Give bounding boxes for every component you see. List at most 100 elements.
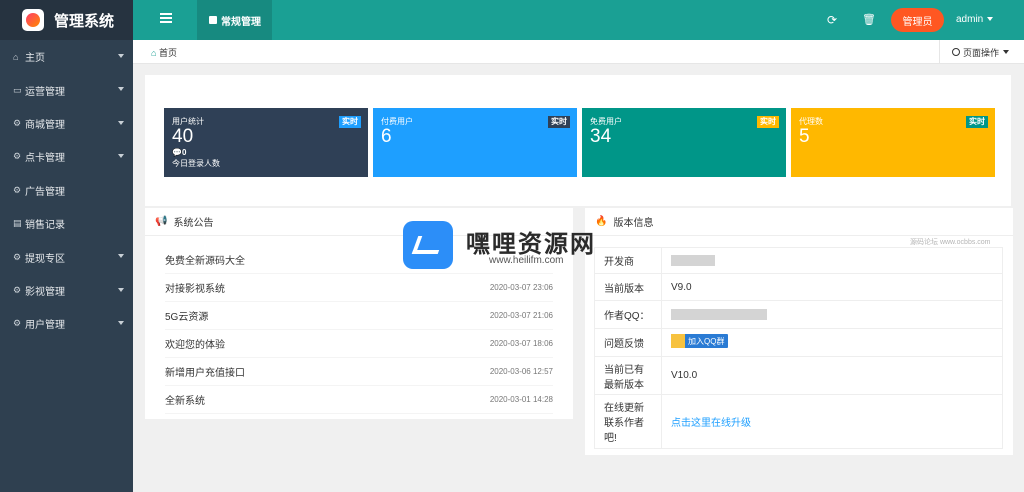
notice-item-title: 全新系统 [165, 396, 205, 407]
notice-item-date: 2020-03-06 12:57 [489, 367, 553, 376]
stat-label: 付费用户 [381, 117, 413, 126]
sidebar-item-ads[interactable]: ⚙ 广告管理 [0, 174, 133, 207]
tab-general-management[interactable]: 常规管理 [197, 0, 272, 40]
gears-icon: ⚙ [13, 284, 22, 295]
list-item[interactable]: 新增用户充值接口 2020-03-06 12:57 [165, 358, 553, 386]
sidebar-item-users[interactable]: ⚙ 用户管理 [0, 307, 133, 340]
sidebar-menu: ⌂ 主页 ▭ 运营管理 ⚙ 商城管理 ⚙ 点卡管理 ⚙ 广告管理 ▤ 销售记录 ⚙ 提现专区 … [0, 40, 133, 341]
sidebar-item-withdraw[interactable]: ⚙ 提现专区 [0, 240, 133, 273]
watermark-title: 嘿哩资源网 [466, 231, 596, 258]
notice-item-title: 5G云资源 [165, 312, 209, 323]
chevron-down-icon [118, 321, 124, 326]
notice-item-date: 2020-03-07 18:06 [489, 339, 553, 348]
chevron-down-icon [987, 17, 994, 22]
stat-sub-count: 💬0 [172, 148, 360, 157]
username: admin [956, 14, 984, 25]
sidebar-item-label: 广告管理 [25, 186, 65, 198]
version-key: 问题反馈 [594, 328, 662, 357]
watermark-url: www.heilifm.com [489, 255, 564, 266]
table-row: 当前版本 V9.0 [594, 273, 1003, 301]
refresh-icon[interactable]: ⟳ [827, 13, 837, 27]
sidebar-item-operations[interactable]: ▭ 运营管理 [0, 73, 133, 106]
version-value [661, 247, 1003, 274]
app-title: 管理系统 [54, 12, 115, 30]
stat-label: 用户统计 [172, 117, 204, 126]
sidebar-item-label: 主页 [25, 53, 45, 65]
sidebar-item-label: 用户管理 [25, 320, 65, 332]
version-key: 在线更新联系作者吧! [594, 394, 662, 449]
realtime-badge: 实时 [757, 116, 779, 128]
realtime-badge: 实时 [339, 116, 361, 128]
list-item[interactable]: 对接影视系统 2020-03-07 23:06 [165, 274, 553, 302]
megaphone-icon: 📢 [155, 216, 168, 227]
sidebar-item-home[interactable]: ⌂ 主页 [0, 40, 133, 73]
chevron-down-icon [118, 87, 124, 92]
chevron-down-icon [118, 287, 124, 292]
stat-sub-label: 今日登录人数 [172, 159, 220, 168]
list-item[interactable]: 欢迎您的体验 2020-03-07 18:06 [165, 330, 553, 358]
join-qq-group-button[interactable]: 加入QQ群 [671, 334, 729, 348]
sidebar-item-label: 销售记录 [25, 220, 65, 232]
stats-panel: 用户统计 40 实时 💬0 今日登录人数 付费用户 6 实时 免费用户 34 实… [145, 75, 1011, 206]
role-badge[interactable]: 管理员 [891, 8, 944, 32]
stat-value: 34 [590, 126, 612, 147]
chevron-down-icon [1003, 50, 1010, 54]
notice-item-title: 欢迎您的体验 [165, 340, 225, 351]
logo-icon [22, 9, 44, 31]
user-menu[interactable]: admin [956, 14, 994, 25]
sidebar-item-cards[interactable]: ⚙ 点卡管理 [0, 140, 133, 173]
notice-item-date: 2020-03-07 21:06 [489, 311, 553, 320]
table-row: 开发商 [594, 247, 1003, 274]
menu-toggle-icon[interactable] [160, 13, 172, 25]
file-icon: ▤ [13, 218, 22, 229]
stat-value: 40 [172, 126, 194, 147]
watermark-small: 源码论坛 www.ocbbs.com [910, 239, 991, 246]
stat-card-paid-users: 付费用户 6 实时 [373, 108, 577, 177]
table-row: 问题反馈 加入QQ群 [594, 328, 1003, 357]
gears-icon: ⚙ [13, 184, 22, 195]
notice-item-title: 新增用户充值接口 [165, 368, 245, 379]
version-panel-header: 🔥 版本信息 [585, 208, 1013, 236]
trash-icon[interactable]: 🗑 [862, 13, 876, 26]
breadcrumb[interactable]: ⌂ 首页 [151, 46, 177, 59]
watermark-logo-icon [403, 221, 453, 269]
redacted-block [671, 254, 715, 266]
sidebar-item-video[interactable]: ⚙ 影视管理 [0, 274, 133, 307]
version-value: V9.0 [661, 273, 1003, 301]
stat-value: 5 [799, 126, 810, 147]
version-key: 当前版本 [594, 273, 662, 301]
topbar: 常规管理 ⟳ 🗑 管理员 admin [133, 0, 1024, 40]
comment-icon: 💬 [172, 148, 182, 157]
gears-icon: ⚙ [13, 151, 22, 162]
list-item[interactable]: 全新系统 2020-03-01 14:28 [165, 386, 553, 414]
logo[interactable]: 管理系统 [0, 0, 133, 40]
stat-value: 6 [381, 126, 392, 147]
notice-item-title: 免费全新源码大全 [165, 256, 245, 267]
sidebar-item-label: 商城管理 [25, 119, 65, 131]
home-icon: ⌂ [13, 51, 19, 62]
upgrade-link[interactable]: 点击这里在线升级 [671, 418, 751, 429]
breadcrumb-home: 首页 [158, 48, 177, 58]
breadcrumb-bar: ⌂ 首页 页面操作 [133, 40, 1024, 64]
chevron-down-icon [118, 120, 124, 125]
chevron-down-icon [118, 254, 124, 259]
version-key: 当前已有最新版本 [594, 356, 662, 395]
stat-sub-value: 0 [181, 148, 187, 157]
page-operations-label: 页面操作 [963, 47, 1000, 58]
version-value: 点击这里在线升级 [661, 394, 1003, 449]
qq-group-icon [671, 334, 685, 348]
version-key: 作者QQ： [594, 300, 662, 329]
sidebar-item-sales[interactable]: ▤ 销售记录 [0, 207, 133, 240]
user-card-icon [209, 16, 217, 24]
sidebar-item-shop[interactable]: ⚙ 商城管理 [0, 107, 133, 140]
stat-card-agents: 代理数 5 实时 [791, 108, 995, 177]
version-value: 加入QQ群 [661, 328, 1003, 357]
version-table: 开发商 当前版本 V9.0 作者QQ： 问题反馈 加入QQ群 当前已有最新版本 V10… [594, 247, 1003, 449]
sidebar-item-label: 点卡管理 [25, 153, 65, 165]
redacted-block [671, 308, 767, 320]
table-row: 当前已有最新版本 V10.0 [594, 356, 1003, 395]
gears-icon: ⚙ [13, 117, 22, 128]
page-operations-button[interactable]: 页面操作 [939, 40, 1024, 64]
sidebar-item-label: 运营管理 [25, 86, 65, 98]
list-item[interactable]: 5G云资源 2020-03-07 21:06 [165, 302, 553, 330]
